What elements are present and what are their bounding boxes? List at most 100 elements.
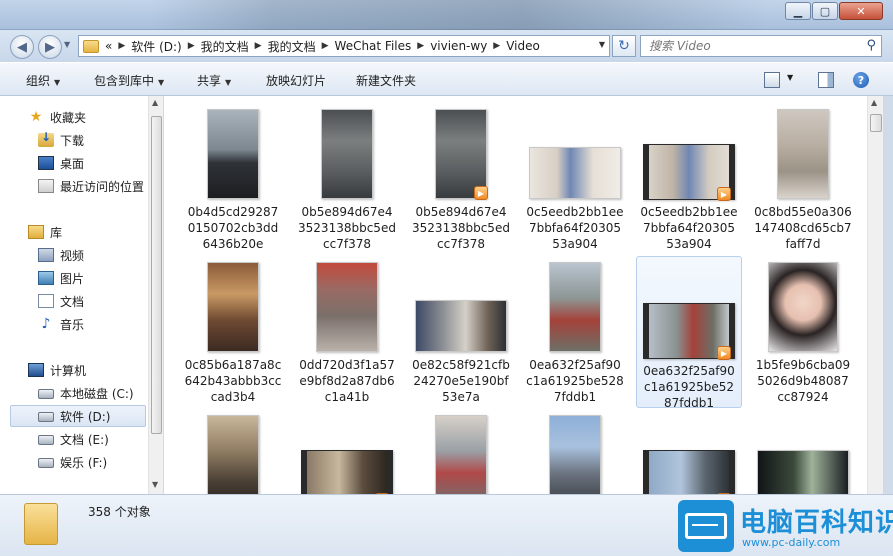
organize-menu[interactable]: 组织 ▼ xyxy=(26,72,60,89)
watermark-url: www.pc-daily.com xyxy=(742,536,841,549)
blurred-background xyxy=(150,0,770,30)
scroll-down-icon[interactable]: ▼ xyxy=(152,480,158,489)
file-item[interactable]: ▶ xyxy=(294,404,400,494)
file-name: 1b5fe9b6cba095026d9b48087cc87924 xyxy=(755,358,851,404)
forward-button[interactable]: ▶ xyxy=(38,35,62,59)
video-thumbnail xyxy=(768,262,838,352)
video-thumbnail xyxy=(549,415,601,494)
file-name: 0ea632f25af90c1a61925be5287fddb1 xyxy=(526,358,624,404)
breadcrumb-separator-icon[interactable]: ▶ xyxy=(417,41,424,51)
breadcrumb-overflow[interactable]: « xyxy=(105,39,112,53)
file-item[interactable]: 0c5eedb2bb1ee7bbfa64f2030553a904 xyxy=(522,98,628,251)
share-menu[interactable]: 共享 ▼ xyxy=(197,72,231,89)
breadcrumb-item[interactable]: 软件 (D:) xyxy=(131,38,181,55)
video-library-icon xyxy=(38,248,54,262)
breadcrumb-separator-icon[interactable]: ▶ xyxy=(322,41,329,51)
video-thumbnail xyxy=(529,147,621,199)
breadcrumb-separator-icon[interactable]: ▶ xyxy=(255,41,262,51)
minimize-button[interactable]: ▁ xyxy=(785,2,811,20)
scroll-thumb[interactable] xyxy=(870,114,882,132)
breadcrumb-separator-icon[interactable]: ▶ xyxy=(493,41,500,51)
video-thumbnail xyxy=(757,450,849,494)
breadcrumb-item[interactable]: Video xyxy=(506,39,540,53)
desktop-icon xyxy=(38,156,54,170)
video-thumbnail xyxy=(207,109,259,199)
music-note-icon: ♪ xyxy=(41,316,51,332)
monitor-logo-icon xyxy=(678,500,734,552)
back-button[interactable]: ◀ xyxy=(10,35,34,59)
file-view-scrollbar[interactable]: ▲ xyxy=(867,96,883,494)
play-icon: ▶ xyxy=(474,186,488,200)
scroll-thumb[interactable] xyxy=(151,116,162,434)
file-item[interactable]: 0c8bd55e0a306147408cd65cb7faff7d xyxy=(750,98,856,251)
file-item[interactable] xyxy=(180,404,286,494)
nav-drive-d[interactable]: 软件 (D:) xyxy=(10,405,146,427)
preview-pane-icon[interactable] xyxy=(818,72,834,88)
back-arrow-icon: ◀ xyxy=(17,39,27,55)
video-thumbnail xyxy=(777,109,829,199)
video-thumbnail: ▶ xyxy=(435,109,488,200)
breadcrumb-item[interactable]: 我的文档 xyxy=(201,38,249,55)
library-icon xyxy=(28,225,44,239)
video-thumbnail: ▶ xyxy=(643,144,735,201)
search-icon[interactable]: ⚲ xyxy=(866,38,876,53)
close-button[interactable]: ✕ xyxy=(839,2,883,20)
address-row: ◀ ▶ ▼ « ▶ 软件 (D:) ▶ 我的文档 ▶ 我的文档 ▶ WeChat… xyxy=(0,30,893,62)
file-item[interactable]: ▶ xyxy=(636,404,742,494)
slideshow-button[interactable]: 放映幻灯片 xyxy=(266,72,326,89)
navigation-scrollbar[interactable]: ▲ ▼ xyxy=(148,96,163,494)
include-in-library-menu[interactable]: 包含到库中 ▼ xyxy=(94,72,164,89)
search-input[interactable] xyxy=(649,39,849,53)
search-box[interactable]: ⚲ xyxy=(640,35,882,57)
hard-drive-icon xyxy=(38,458,54,468)
file-item-selected[interactable]: ▶ 0ea632f25af90c1a61925be5287fddb1 xyxy=(636,256,742,410)
file-item[interactable]: 0dd720d3f1a57e9bf8d2a87db6c1a41b xyxy=(294,251,400,404)
breadcrumb-separator-icon[interactable]: ▶ xyxy=(118,41,125,51)
file-name: 0b5e894d67e43523138bbc5edcc7f378 xyxy=(412,205,510,251)
file-item[interactable]: 0ea632f25af90c1a61925be5287fddb1 xyxy=(522,251,628,404)
view-options-dropdown[interactable]: ▼ xyxy=(787,73,793,82)
computer-icon xyxy=(28,363,44,377)
refresh-icon: ↻ xyxy=(618,38,630,54)
file-item[interactable]: 0e82c58f921cfb24270e5e190bf53e7a xyxy=(408,251,514,404)
scroll-up-icon[interactable]: ▲ xyxy=(152,98,158,107)
document-library-icon xyxy=(38,294,54,308)
file-item[interactable] xyxy=(408,404,514,494)
file-name: 0c5eedb2bb1ee7bbfa64f2030553a904 xyxy=(526,205,624,251)
picture-library-icon xyxy=(38,271,54,285)
recent-pages-dropdown[interactable]: ▼ xyxy=(64,40,74,52)
site-watermark: 电脑百科知识 www.pc-daily.com xyxy=(678,498,893,556)
folder-icon xyxy=(24,503,58,545)
item-count: 358 个对象 xyxy=(88,505,151,519)
breadcrumb-item[interactable]: WeChat Files xyxy=(335,39,412,53)
watermark-title: 电脑百科知识 xyxy=(740,508,893,538)
maximize-button[interactable]: ▢ xyxy=(812,2,838,20)
change-view-icon[interactable] xyxy=(764,72,780,88)
file-item[interactable]: ▶ 0b5e894d67e43523138bbc5edcc7f378 xyxy=(408,98,514,251)
new-folder-button[interactable]: 新建文件夹 xyxy=(356,72,416,89)
file-name: 0b4d5cd292870150702cb3dd6436b20e xyxy=(187,205,279,251)
refresh-button[interactable]: ↻ xyxy=(612,35,636,57)
folder-icon xyxy=(83,39,99,53)
video-thumbnail xyxy=(207,262,259,352)
file-item[interactable]: 0c85b6a187a8c642b43abbb3cccad3b4 xyxy=(180,251,286,404)
file-item[interactable]: 1b5fe9b6cba095026d9b48087cc87924 xyxy=(750,251,856,404)
video-thumbnail xyxy=(321,109,373,199)
file-item[interactable]: 0b4d5cd292870150702cb3dd6436b20e xyxy=(180,98,286,251)
file-item[interactable]: 0b5e894d67e43523138bbc5edcc7f378 xyxy=(294,98,400,251)
breadcrumb-item[interactable]: vivien-wy xyxy=(430,39,487,53)
file-item[interactable]: ▶ 0c5eedb2bb1ee7bbfa64f2030553a904 xyxy=(636,98,742,251)
video-thumbnail xyxy=(207,415,259,494)
address-dropdown-icon[interactable]: ▼ xyxy=(599,40,605,49)
breadcrumb-item[interactable]: 我的文档 xyxy=(268,38,316,55)
file-item[interactable] xyxy=(522,404,628,494)
address-bar[interactable]: « ▶ 软件 (D:) ▶ 我的文档 ▶ 我的文档 ▶ WeChat Files… xyxy=(78,35,610,57)
help-icon[interactable]: ? xyxy=(853,72,869,88)
scroll-up-icon[interactable]: ▲ xyxy=(871,98,877,107)
chevron-down-icon: ▼ xyxy=(225,78,232,87)
file-name: 0e82c58f921cfb24270e5e190bf53e7a xyxy=(412,358,510,404)
breadcrumb-separator-icon[interactable]: ▶ xyxy=(188,41,195,51)
video-thumbnail xyxy=(435,415,487,494)
file-item[interactable] xyxy=(750,404,856,494)
title-bar: ▁ ▢ ✕ xyxy=(0,0,893,30)
